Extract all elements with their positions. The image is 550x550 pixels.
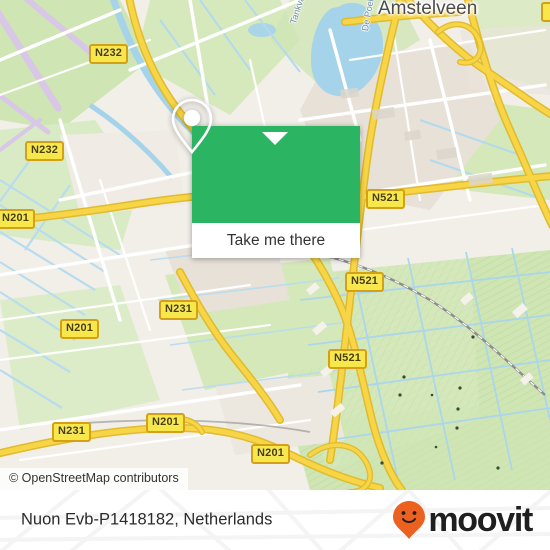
map-canvas[interactable]: Amstelveen Tankval De Poel N232 N232 N20… (0, 0, 550, 490)
road-shield-n201-mid: N201 (60, 319, 100, 339)
location-title: Nuon Evb-P1418182, Netherlands (21, 510, 273, 529)
road-shield-partial-topright (541, 2, 550, 22)
road-shield-n521-south: N521 (328, 349, 368, 369)
road-shield-n231-south: N231 (52, 422, 92, 442)
map-screenshot: Amstelveen Tankval De Poel N232 N232 N20… (0, 0, 550, 550)
moovit-brand[interactable]: moovit (392, 500, 533, 540)
moovit-smiley-pin-icon (393, 501, 426, 539)
location-popup[interactable]: Take me there (171, 98, 360, 258)
take-me-there-label: Take me there (226, 231, 326, 249)
city-label-amstelveen: Amstelveen (378, 0, 478, 19)
road-shield-n231-mid: N231 (159, 300, 199, 320)
footer-bar: Nuon Evb-P1418182, Netherlands moovit (0, 490, 550, 550)
road-shield-n232-west: N232 (25, 141, 65, 161)
popup-tail-arrow (262, 132, 288, 145)
popup-action-bar[interactable]: Take me there (192, 223, 360, 258)
road-shield-n201-southeast: N201 (251, 444, 291, 464)
road-shield-n521-north: N521 (366, 189, 406, 209)
road-shield-n521-mid: N521 (345, 272, 385, 292)
osm-attribution[interactable]: © OpenStreetMap contributors (0, 468, 188, 490)
moovit-wordmark: moovit (428, 501, 533, 539)
road-shield-n201-west: N201 (0, 209, 36, 229)
road-shield-n232-north: N232 (89, 44, 129, 64)
location-pin-icon (171, 98, 213, 155)
road-shield-n201-south: N201 (146, 413, 186, 433)
